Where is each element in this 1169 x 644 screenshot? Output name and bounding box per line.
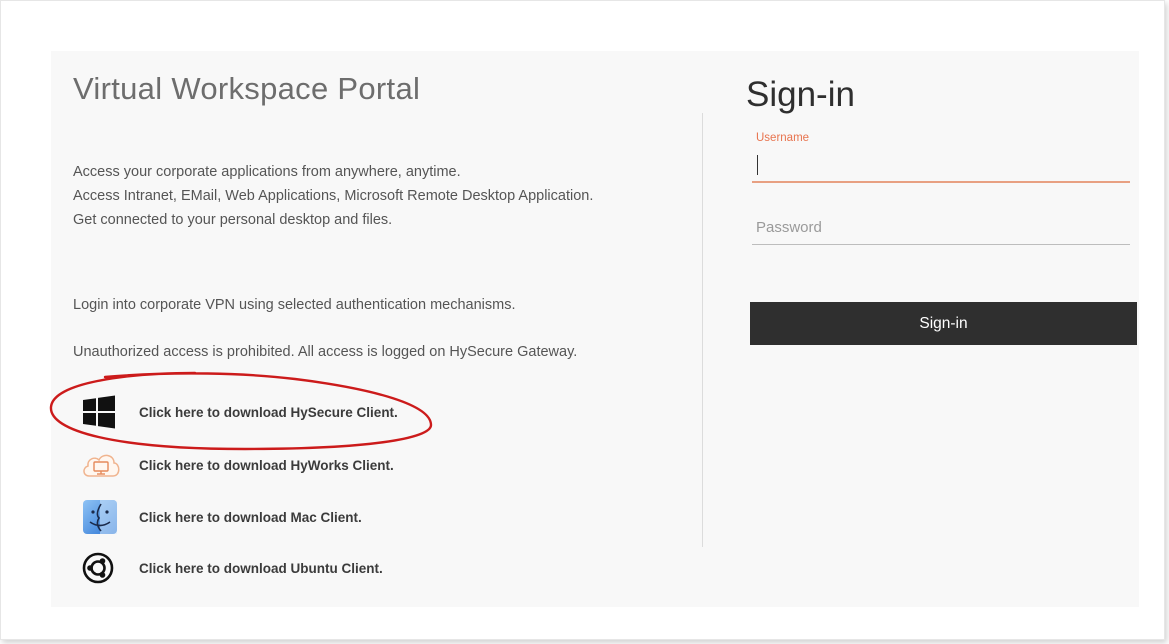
download-label: Click here to download Ubuntu Client. xyxy=(139,560,383,576)
vpn-info-text: Login into corporate VPN using selected … xyxy=(73,297,516,313)
windows-icon xyxy=(81,392,127,432)
description-line: Access Intranet, EMail, Web Applications… xyxy=(73,188,594,204)
warning-text: Unauthorized access is prohibited. All a… xyxy=(73,344,578,360)
hyworks-cloud-icon xyxy=(81,445,127,485)
download-mac-link[interactable]: Click here to download Mac Client. xyxy=(81,497,362,537)
download-label: Click here to download HySecure Client. xyxy=(139,404,398,420)
description-line: Get connected to your personal desktop a… xyxy=(73,212,393,228)
description-line: Access your corporate applications from … xyxy=(73,164,461,180)
download-hysecure-link[interactable]: Click here to download HySecure Client. xyxy=(81,392,398,432)
page-title: Virtual Workspace Portal xyxy=(73,71,421,106)
download-hyworks-link[interactable]: Click here to download HyWorks Client. xyxy=(81,445,394,485)
signin-title: Sign-in xyxy=(746,75,855,114)
text-cursor xyxy=(757,155,758,175)
username-field[interactable] xyxy=(752,149,1130,183)
portal-description: Access your corporate applications from … xyxy=(73,160,633,232)
mac-finder-icon xyxy=(81,497,127,537)
username-label: Username xyxy=(756,132,810,144)
vertical-divider xyxy=(702,113,703,547)
password-field[interactable] xyxy=(752,210,1130,245)
download-ubuntu-link[interactable]: Click here to download Ubuntu Client. xyxy=(81,548,383,588)
ubuntu-icon xyxy=(81,548,127,588)
browser-window-frame: Virtual Workspace Portal Access your cor… xyxy=(0,0,1165,640)
download-label: Click here to download HyWorks Client. xyxy=(139,457,394,473)
signin-button[interactable]: Sign-in xyxy=(750,302,1137,345)
download-label: Click here to download Mac Client. xyxy=(139,509,362,525)
